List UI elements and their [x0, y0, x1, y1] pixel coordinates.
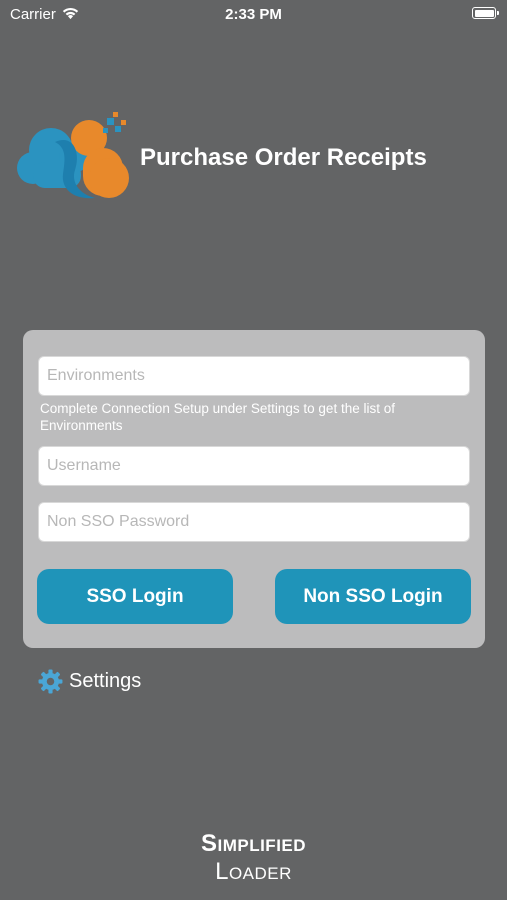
- environments-field[interactable]: Environments: [38, 356, 470, 396]
- password-placeholder: Non SSO Password: [47, 513, 190, 530]
- settings-label: Settings: [69, 669, 142, 692]
- app-title: Purchase Order Receipts: [140, 144, 427, 171]
- password-field[interactable]: Non SSO Password: [38, 502, 470, 542]
- battery-icon: [472, 7, 499, 19]
- environments-placeholder: Environments: [47, 367, 145, 384]
- gear-icon: [38, 669, 63, 693]
- status-bar: Carrier 2:33 PM: [0, 0, 507, 28]
- clock: 2:33 PM: [225, 6, 282, 23]
- app-logo: [17, 112, 129, 199]
- settings-link[interactable]: Settings: [38, 668, 141, 694]
- environments-hint: Complete Connection Setup under Settings…: [40, 401, 395, 433]
- username-field[interactable]: Username: [38, 446, 470, 486]
- username-placeholder: Username: [47, 457, 121, 474]
- sso-login-button[interactable]: SSO Login: [37, 569, 233, 624]
- footer-logo: Simplified Loader: [0, 830, 507, 886]
- non-sso-login-button[interactable]: Non SSO Login: [275, 569, 471, 624]
- footer-line-1: Simplified: [200, 830, 307, 857]
- footer-line-2: Loader: [215, 858, 292, 885]
- login-card: Environments Complete Connection Setup u…: [23, 330, 485, 648]
